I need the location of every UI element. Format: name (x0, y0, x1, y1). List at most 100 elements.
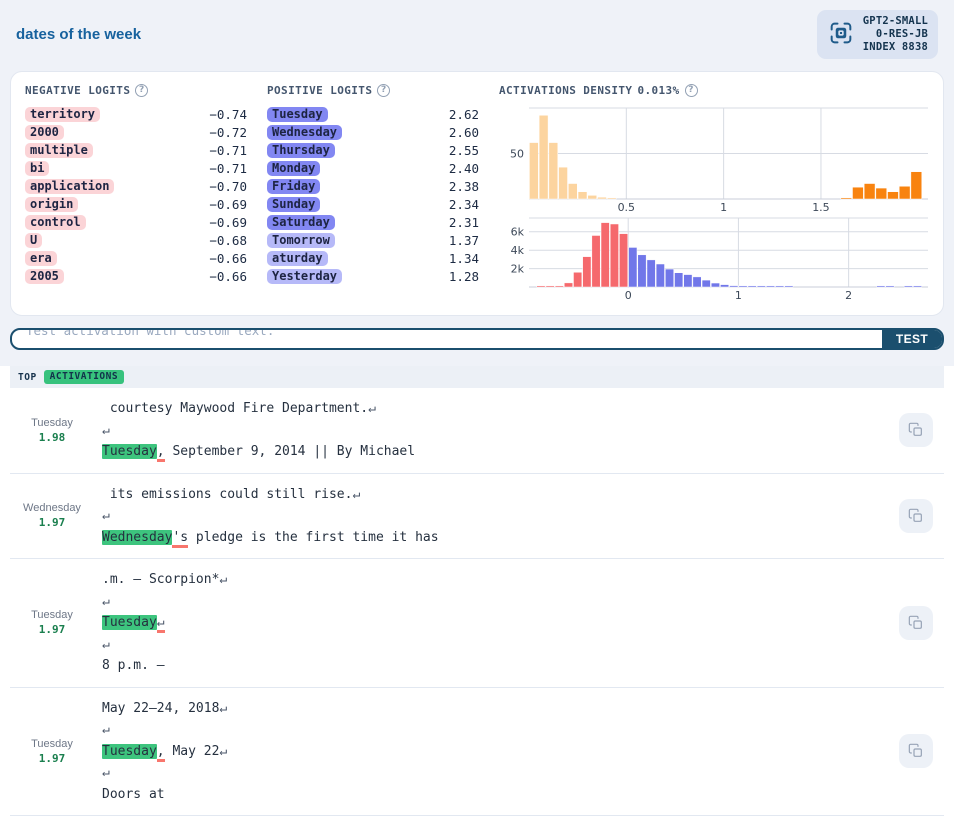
svg-text:0: 0 (625, 289, 632, 302)
logit-token: Sunday (267, 196, 321, 212)
logit-token: bi (25, 160, 50, 176)
svg-text:50: 50 (510, 147, 524, 160)
activation-value: 1.97 (38, 516, 66, 530)
high-activation-bins (852, 186, 864, 200)
copy-icon (908, 743, 924, 759)
activation-line: Tuesday↵ (102, 612, 888, 634)
return-glyph: ↵ (102, 636, 110, 652)
highlighted-token: Tuesday (102, 444, 157, 459)
return-glyph: ↵ (102, 765, 110, 780)
low-activation-bins (587, 195, 597, 200)
activation-item: Tuesday 1.97 .m. — Scorpion*↵ ↵ Tuesday↵ ↵ 8 p… (10, 559, 944, 688)
return-glyph: ↵ (102, 593, 110, 609)
positive-logit-bins (665, 268, 674, 288)
logit-token: Tomorrow (267, 232, 335, 248)
positive-logit-bins (766, 285, 775, 288)
logit-value: 2.55 (448, 142, 479, 158)
activation-copy-cell (888, 484, 944, 549)
positive-logit-bins (701, 279, 711, 288)
activation-line: ↵ (102, 420, 888, 442)
positive-logit-bins (784, 285, 794, 288)
logit-value: 2.31 (448, 214, 479, 230)
logit-value: −0.68 (209, 232, 247, 248)
activation-line: ↵ (102, 505, 888, 527)
activation-line: ↵ (102, 762, 888, 784)
negative-logits-column: NEGATIVE LOGITS ? territory −0.74 2000 −0.7… (25, 84, 247, 303)
logit-row: bi −0.71 (25, 159, 247, 177)
logit-token: multiple (25, 142, 93, 158)
logit-value: 2.38 (448, 178, 479, 194)
help-icon[interactable]: ? (684, 84, 698, 97)
low-activation-bins (577, 191, 588, 200)
logit-value: 2.60 (448, 124, 479, 140)
positive-logit-bins (729, 285, 739, 288)
model-badge[interactable]: GPT2-SMALL 0-RES-JB INDEX 8838 (816, 10, 938, 59)
logit-token: era (25, 250, 57, 266)
copy-icon (908, 422, 924, 438)
logit-token: Monday (267, 160, 321, 176)
activation-text: its emissions could still rise.↵ ↵ Wednesd… (94, 484, 888, 549)
activation-line: Wednesday's pledge is the first time it … (102, 527, 888, 549)
low-activation-bins (597, 196, 607, 200)
logit-row: territory −0.74 (25, 105, 247, 123)
activation-meta: Tuesday 1.97 (10, 569, 94, 677)
activation-value: 1.97 (38, 623, 66, 637)
help-icon[interactable]: ? (377, 84, 391, 97)
positive-logit-bins (738, 285, 748, 288)
return-glyph: ↵ (102, 508, 110, 523)
token-text: May 22–24, 2018 (102, 700, 220, 716)
return-glyph: ↵ (102, 422, 110, 438)
logit-token: origin (25, 196, 79, 212)
activation-line: .m. — Scorpion*↵ (102, 569, 888, 591)
copy-button[interactable] (899, 413, 933, 448)
token-text: Doors at (102, 786, 165, 802)
token-text: September 9, 2014 || By Michael (164, 444, 416, 459)
return-glyph: ↵ (219, 743, 228, 759)
activations-density-header: ACTIVATIONS DENSITY 0.013% ? (499, 84, 929, 97)
logit-value: 2.40 (448, 160, 479, 176)
negative-logit-bins (600, 222, 610, 288)
logit-value: −0.71 (209, 160, 247, 176)
copy-button[interactable] (899, 498, 933, 533)
activation-meta: Tuesday 1.97 (10, 698, 94, 806)
activation-token-label: Tuesday (31, 609, 73, 622)
activation-token-label: Wednesday (23, 502, 81, 515)
positive-logit-bins (655, 263, 665, 288)
logit-row: Yesterday 1.28 (267, 267, 479, 285)
activation-line: Tuesday, May 22↵ (102, 741, 888, 763)
activation-line: Doors at (102, 784, 888, 806)
logit-value: 2.34 (448, 196, 479, 212)
copy-button[interactable] (899, 605, 933, 640)
help-icon[interactable]: ? (135, 84, 149, 97)
positive-logit-bins (775, 285, 785, 288)
activation-token-label: Tuesday (31, 416, 73, 429)
activations-list: Tuesday 1.98 courtesy Maywood Fire Depart… (0, 388, 954, 816)
high-activation-bins (875, 187, 887, 200)
copy-button[interactable] (899, 734, 933, 769)
activation-line: May 22–24, 2018↵ (102, 698, 888, 720)
logit-value: −0.66 (209, 268, 247, 284)
logit-value: −0.74 (209, 106, 247, 122)
test-activation-input[interactable] (12, 330, 882, 348)
high-activation-bins (898, 186, 911, 200)
test-button[interactable]: TEST (882, 330, 942, 348)
token-text: its emissions could still rise. (102, 486, 353, 502)
positive-logits-list: Tuesday 2.62 Wednesday 2.60 Thursday 2.55 Mond… (267, 105, 479, 285)
logit-row: Tomorrow 1.37 (267, 231, 479, 249)
token-text: courtesy Maywood Fire Department. (102, 401, 369, 416)
positive-logit-bins (720, 284, 730, 288)
positive-logit-bins (710, 282, 720, 288)
top-activations-bar: TOP ACTIVATIONS (10, 366, 944, 388)
activation-line: ↵ (102, 634, 888, 656)
high-activation-bins (910, 171, 923, 200)
charts: 50 0.5 1 1.5 2k 4k 6k 0 1 2 (499, 105, 929, 303)
negative-logit-bins (573, 272, 583, 288)
activation-item: Tuesday 1.98 courtesy Maywood Fire Depart… (10, 388, 944, 474)
chip-icon (827, 19, 855, 51)
activation-line: Tuesday, September 9, 2014 || By Michael (102, 441, 888, 463)
activation-copy-cell (888, 398, 944, 463)
page-header: dates of the week GPT2-SMALL 0-RES-JB IN… (0, 0, 954, 69)
highlighted-token: Tuesday (102, 615, 157, 630)
token-text: pledge is the first time it has (188, 529, 439, 545)
logit-row: multiple −0.71 (25, 141, 247, 159)
